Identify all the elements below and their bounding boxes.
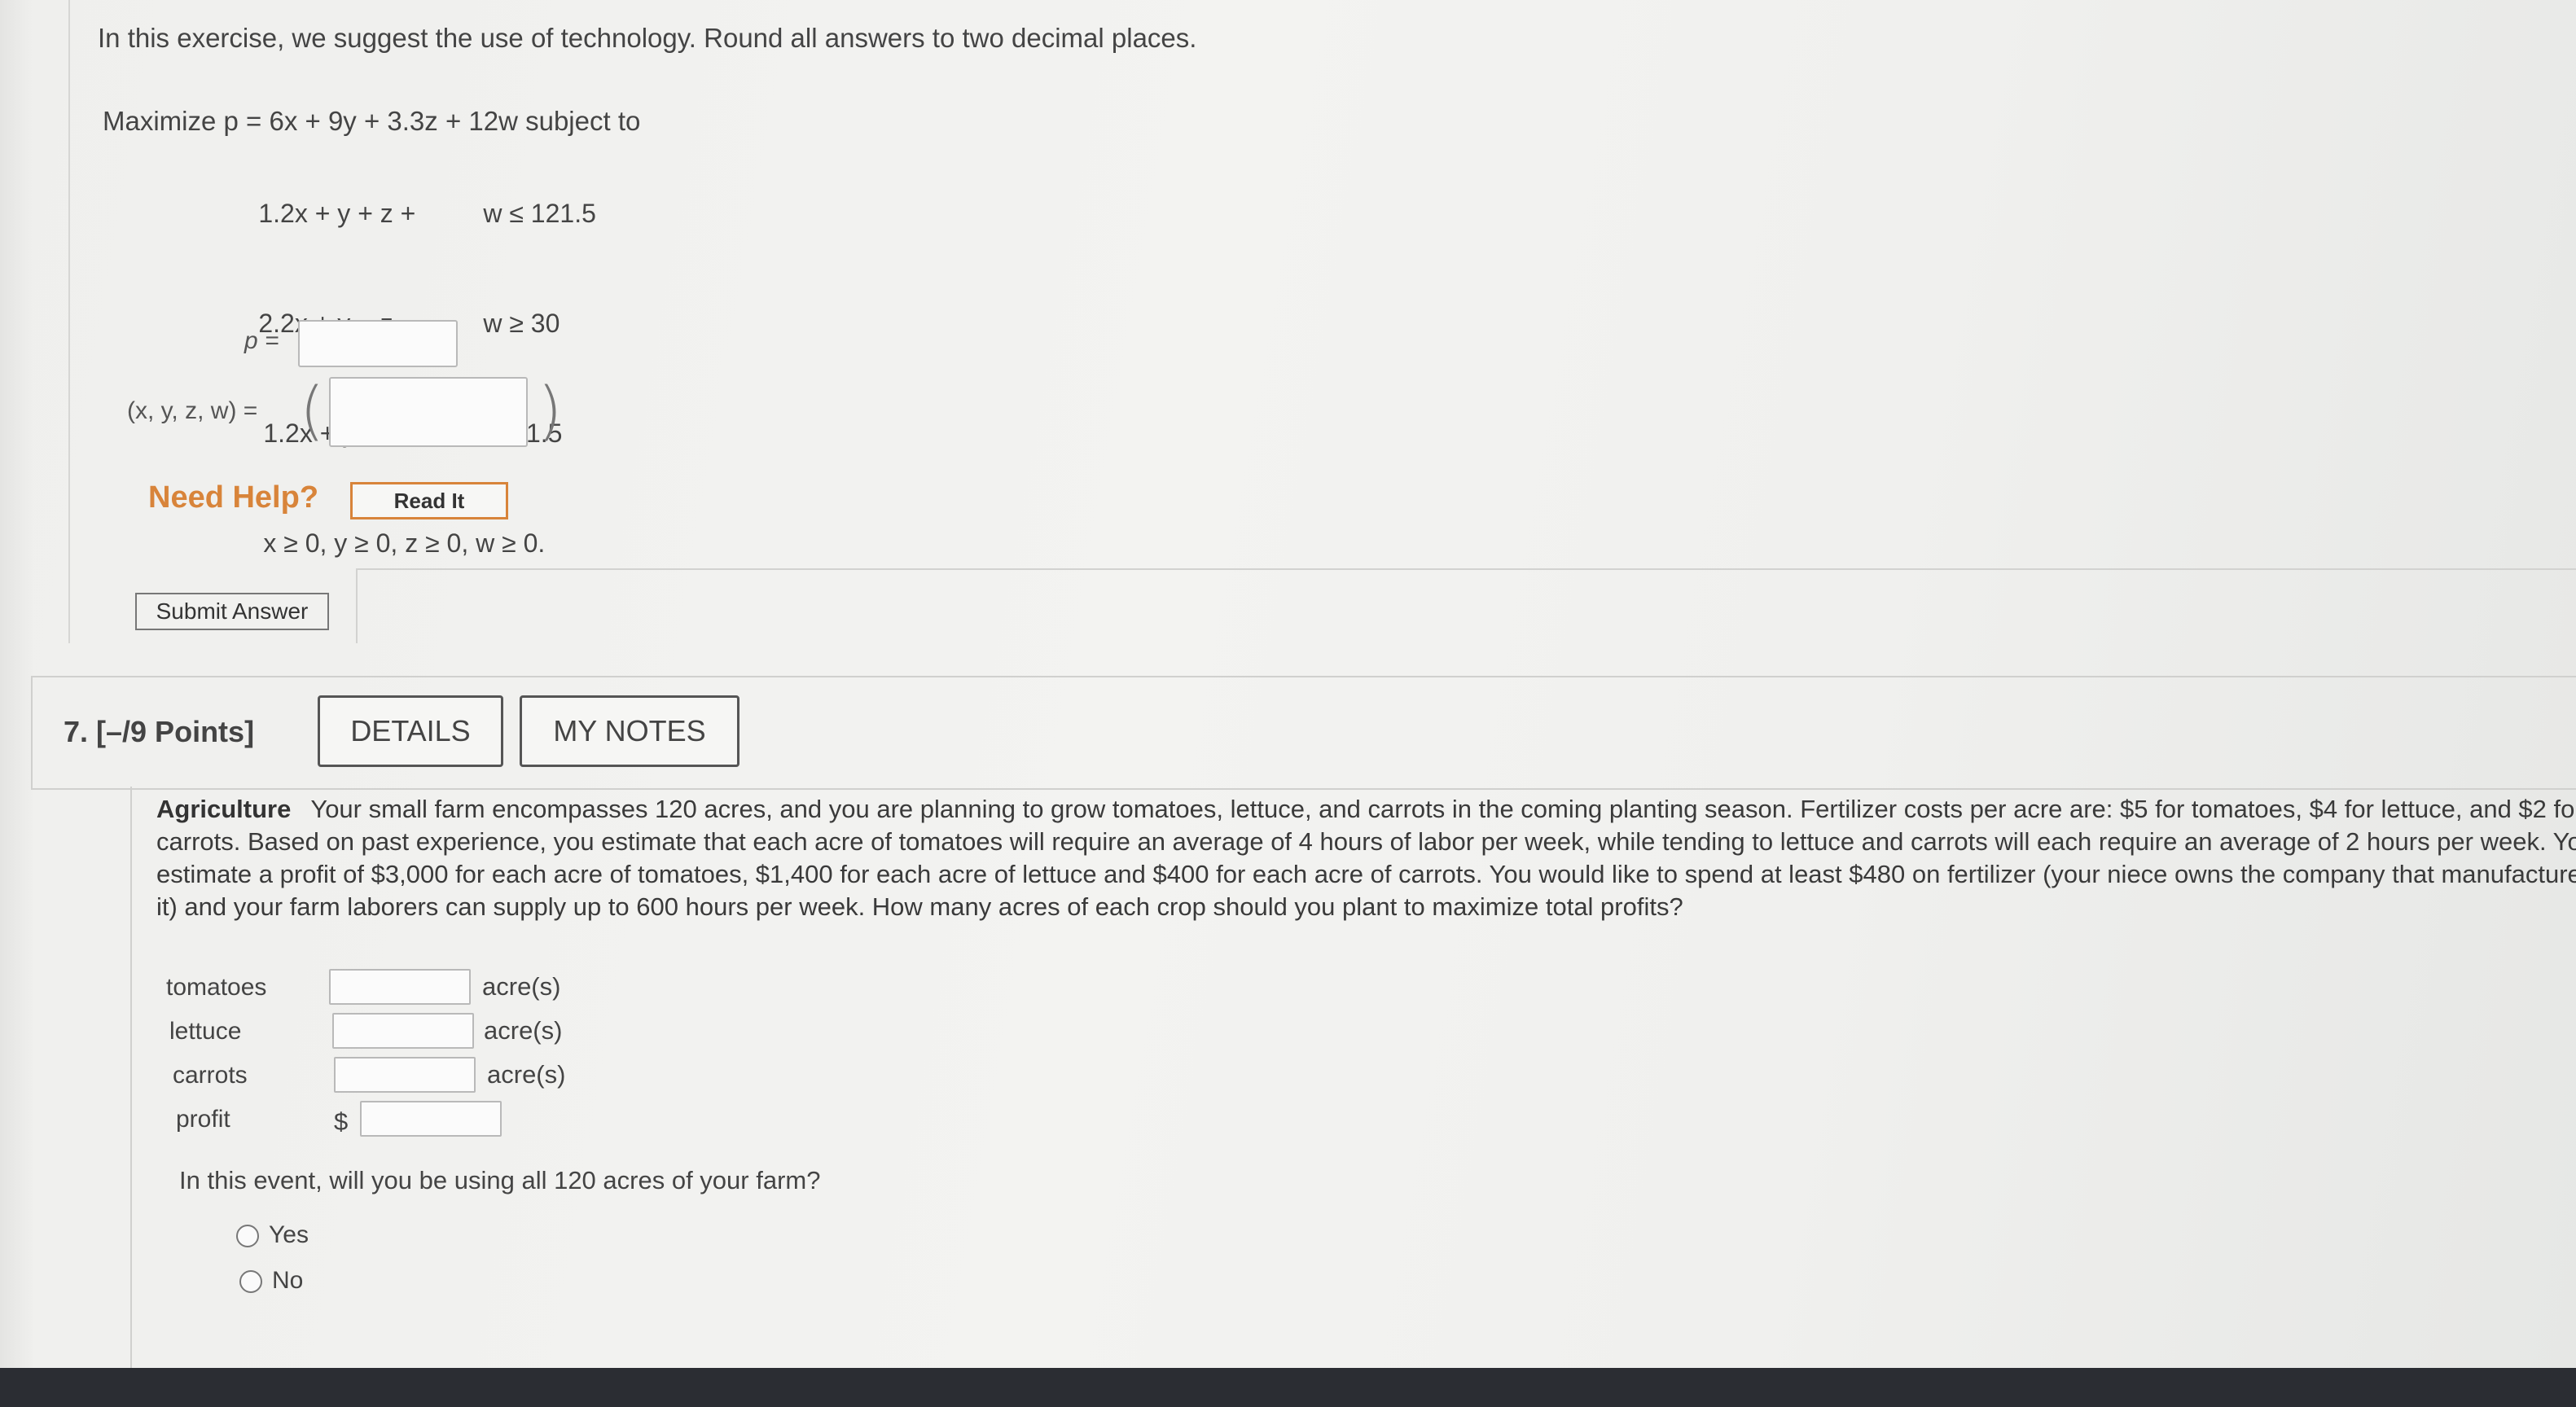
tomatoes-label: tomatoes xyxy=(166,974,267,1001)
my-notes-button[interactable]: MY NOTES xyxy=(520,695,739,767)
carrots-unit: acre(s) xyxy=(487,1060,566,1089)
topic-label: Agriculture xyxy=(156,795,292,823)
screen: In this exercise, we suggest the use of … xyxy=(0,0,2576,1368)
need-help-label: Need Help? xyxy=(148,480,319,515)
p-label: p = xyxy=(244,327,279,354)
divider xyxy=(356,568,2576,570)
read-it-button[interactable]: Read It xyxy=(350,482,508,519)
problem-text: Your small farm encompasses 120 acres, a… xyxy=(156,795,2576,921)
open-paren: ( xyxy=(300,375,325,448)
option-no[interactable]: No xyxy=(239,1267,303,1295)
tomatoes-unit: acre(s) xyxy=(482,972,561,1001)
constraint-right: w ≤ 121.5 xyxy=(483,199,596,228)
lettuce-input[interactable] xyxy=(332,1013,474,1049)
constraint-right: w ≥ 30 xyxy=(483,309,560,338)
nonnegativity-constraint: x ≥ 0, y ≥ 0, z ≥ 0, w ≥ 0. xyxy=(263,528,546,558)
xyzw-answer-input[interactable] xyxy=(329,377,528,447)
option-yes[interactable]: Yes xyxy=(236,1221,309,1249)
details-button[interactable]: DETAILS xyxy=(318,695,503,767)
followup-question: In this event, will you be using all 120… xyxy=(179,1166,821,1194)
objective-text: Maximize p = 6x + 9y + 3.3z + 12w subjec… xyxy=(103,106,641,136)
carrots-input[interactable] xyxy=(334,1057,476,1093)
option-label: No xyxy=(272,1267,304,1294)
option-label: Yes xyxy=(269,1221,309,1248)
carrots-label: carrots xyxy=(173,1062,248,1089)
dollar-sign: $ xyxy=(334,1107,349,1136)
screen-bezel xyxy=(0,1368,2576,1407)
tomatoes-input[interactable] xyxy=(329,969,471,1005)
instructions-text: In this exercise, we suggest the use of … xyxy=(98,23,1197,53)
radio-icon[interactable] xyxy=(239,1270,262,1294)
close-paren: ) xyxy=(538,375,563,448)
question-number: 7. [–/9 Points] xyxy=(64,715,255,748)
lettuce-unit: acre(s) xyxy=(484,1016,563,1045)
constraint-left: 1.2x + y + z + xyxy=(258,199,416,228)
xyzw-label: (x, y, z, w) = xyxy=(127,397,258,424)
profit-input[interactable] xyxy=(360,1101,502,1137)
constraint-row: 1.2x + y + z + w ≤ 121.5 xyxy=(215,159,596,269)
problem-statement: Agriculture Your small farm encompasses 1… xyxy=(156,793,2576,923)
submit-answer-button[interactable]: Submit Answer xyxy=(135,593,329,630)
profit-label: profit xyxy=(176,1106,230,1133)
p-answer-input[interactable] xyxy=(298,320,458,367)
radio-icon[interactable] xyxy=(236,1225,259,1248)
lettuce-label: lettuce xyxy=(169,1018,242,1045)
left-edge xyxy=(0,0,33,1368)
divider xyxy=(356,568,358,643)
